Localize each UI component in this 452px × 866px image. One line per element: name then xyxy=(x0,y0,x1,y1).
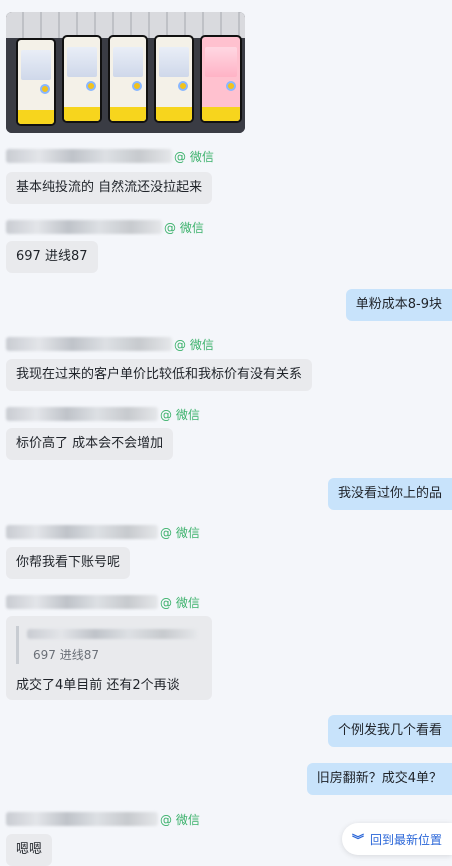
quote-reply-bubble[interactable]: 697 进线87 成交了4单目前 还有2个再谈 xyxy=(6,616,212,700)
message-bubble[interactable]: 我现在过来的客户单价比较低和我标价有没有关系 xyxy=(6,359,313,391)
message-bubble[interactable]: 嗯嗯 xyxy=(6,834,53,866)
jump-to-latest-label: 回到最新位置 xyxy=(370,832,443,847)
shared-photo[interactable] xyxy=(6,12,245,133)
source-label: @ 微信 xyxy=(160,525,200,540)
message-bubble-self[interactable]: 我没看过你上的品 xyxy=(327,478,452,510)
sender-row: @ 微信 xyxy=(6,405,200,423)
message-bubble-self[interactable]: 个例发我几个看看 xyxy=(327,715,452,747)
sender-row: @ 微信 xyxy=(6,593,200,611)
phone-in-photo xyxy=(62,35,102,123)
source-label: @ 微信 xyxy=(160,812,200,827)
blurred-sender-name xyxy=(6,812,158,826)
message-bubble[interactable]: 标价高了 成本会不会增加 xyxy=(6,428,174,460)
message-bubble[interactable]: 基本纯投流的 自然流还没拉起来 xyxy=(6,172,213,204)
sender-row: @ 微信 xyxy=(6,218,204,236)
jump-to-latest-button[interactable]: ︾ 回到最新位置 xyxy=(342,823,452,855)
source-label: @ 微信 xyxy=(160,407,200,422)
message-bubble[interactable]: 你帮我看下账号呢 xyxy=(6,547,131,579)
phone-in-photo xyxy=(154,35,194,123)
source-label: @ 微信 xyxy=(164,220,204,235)
double-chevron-down-icon: ︾ xyxy=(351,832,364,847)
source-label: @ 微信 xyxy=(174,337,214,352)
blurred-sender-name xyxy=(6,220,162,234)
sender-row: @ 微信 xyxy=(6,147,214,165)
blurred-sender-name xyxy=(6,595,158,609)
phone-in-photo xyxy=(200,35,242,123)
message-bubble-self[interactable]: 旧房翻新？成交4单？ xyxy=(306,763,452,795)
sender-row: @ 微信 xyxy=(6,523,200,541)
source-label: @ 微信 xyxy=(160,595,200,610)
message-bubble-self[interactable]: 单粉成本8-9块 xyxy=(345,289,452,321)
phone-in-photo xyxy=(108,35,148,123)
quoted-text: 697 进线87 xyxy=(33,648,99,662)
quoted-message[interactable]: 697 进线87 xyxy=(16,626,202,664)
sender-row: @ 微信 xyxy=(6,810,200,828)
source-label: @ 微信 xyxy=(174,149,214,164)
phone-in-photo xyxy=(16,38,56,126)
blurred-sender-name xyxy=(6,525,158,539)
blurred-sender-name xyxy=(6,149,172,163)
sender-row: @ 微信 xyxy=(6,335,214,353)
blurred-sender-name xyxy=(6,407,158,421)
blurred-sender-name xyxy=(6,337,172,351)
message-bubble[interactable]: 697 进线87 xyxy=(6,241,98,273)
reply-text: 成交了4单目前 还有2个再谈 xyxy=(16,678,180,693)
blurred-quoted-sender xyxy=(27,629,197,639)
